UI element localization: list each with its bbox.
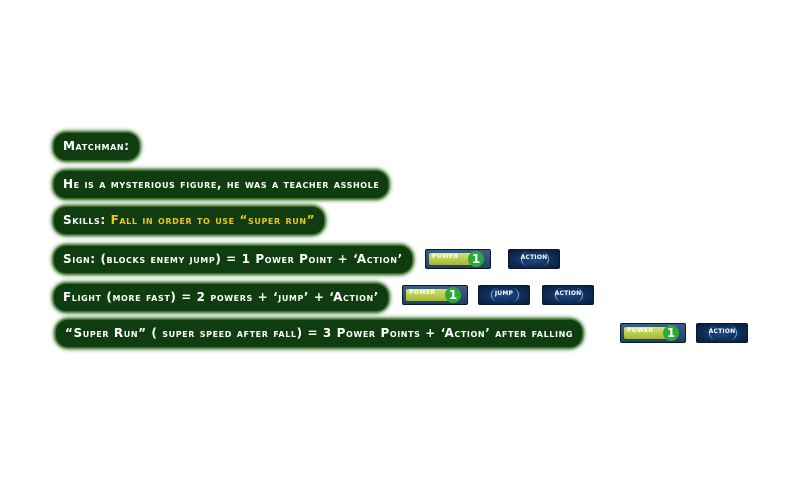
- power-badge-super-run: POWER 1: [620, 323, 686, 343]
- action-label: ACTION: [554, 290, 582, 297]
- action-button-icon-flight: ACTION: [542, 285, 594, 305]
- action-label: ACTION: [520, 254, 548, 261]
- power-label: POWER: [627, 327, 654, 334]
- flight-text: Flight (more fast) = 2 powers + ‘jump’ +…: [54, 284, 388, 311]
- sign-line: Sign: (blocks enemy jump) = 1 Power Poin…: [54, 246, 412, 273]
- power-count: 1: [468, 251, 484, 267]
- jump-label: JUMP: [494, 290, 514, 297]
- name-line: Matchman:: [54, 133, 139, 160]
- action-button-icon-super-run: ACTION: [696, 323, 748, 343]
- game-info-screen: Matchman: He is a mysterious figure, he …: [0, 0, 800, 480]
- action-button-icon-sign: ACTION: [508, 249, 560, 269]
- description-line: He is a mysterious figure, he was a teac…: [54, 171, 389, 198]
- flight-line: Flight (more fast) = 2 powers + ‘jump’ +…: [54, 284, 388, 311]
- super-run-text: “Super Run” ( super speed after fall) = …: [56, 320, 583, 347]
- skills-pill: Skills: Fall in order to use “super run”: [54, 207, 325, 234]
- power-count: 1: [445, 287, 461, 303]
- power-badge-sign: POWER 1: [425, 249, 491, 269]
- action-label: ACTION: [708, 328, 736, 335]
- power-count: 1: [663, 325, 679, 341]
- skills-value: Fall in order to use “super run”: [110, 213, 316, 227]
- skills-line: Skills: Fall in order to use “super run”: [54, 207, 325, 234]
- skills-label: Skills:: [63, 213, 106, 227]
- super-run-line: “Super Run” ( super speed after fall) = …: [56, 320, 583, 347]
- power-label: POWER: [409, 289, 436, 296]
- jump-button-icon: JUMP: [478, 285, 530, 305]
- power-badge-flight: POWER 1: [402, 285, 468, 305]
- power-label: POWER: [432, 253, 459, 260]
- character-name: Matchman:: [54, 133, 139, 160]
- sign-text: Sign: (blocks enemy jump) = 1 Power Poin…: [54, 246, 412, 273]
- character-description: He is a mysterious figure, he was a teac…: [54, 171, 389, 198]
